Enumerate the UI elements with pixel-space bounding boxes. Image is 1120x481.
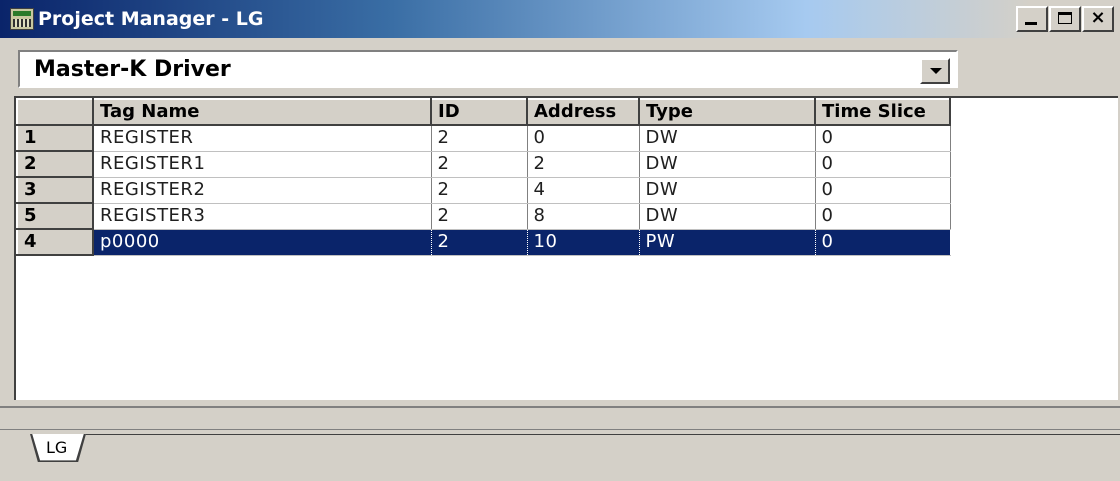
header-row: Tag Name ID Address Type Time Slice (16, 98, 951, 126)
cell-type[interactable]: DW (639, 177, 816, 204)
cell-tag-name[interactable]: p0000 (93, 229, 432, 256)
table-row[interactable]: 1 REGISTER 2 0 DW 0 (16, 124, 951, 152)
cell-type[interactable]: DW (639, 125, 816, 152)
chevron-down-icon (930, 68, 942, 74)
cell-time-slice[interactable]: 0 (815, 229, 951, 256)
tag-grid[interactable]: Tag Name ID Address Type Time Slice 1 RE… (14, 96, 1118, 400)
close-icon: × (1090, 7, 1106, 28)
cell-tag-name[interactable]: REGISTER1 (93, 151, 432, 178)
driver-select-dropdown-button[interactable] (920, 58, 950, 84)
table-row-selected[interactable]: 4 p0000 2 10 PW 0 (16, 228, 951, 256)
cell-type[interactable]: DW (639, 203, 816, 230)
cell-type[interactable]: DW (639, 151, 816, 178)
cell-id[interactable]: 2 (431, 203, 528, 230)
cell-time-slice[interactable]: 0 (815, 203, 951, 230)
close-button[interactable]: × (1082, 6, 1114, 32)
cell-tag-name[interactable]: REGISTER (93, 125, 432, 152)
corner-header[interactable] (16, 98, 94, 126)
cell-time-slice[interactable]: 0 (815, 177, 951, 204)
cell-address[interactable]: 4 (527, 177, 640, 204)
cell-id[interactable]: 2 (431, 125, 528, 152)
column-header-type[interactable]: Type (638, 98, 816, 126)
row-number[interactable]: 1 (16, 124, 94, 152)
project-manager-window: Project Manager - LG × Master-K Driver T… (0, 0, 1120, 481)
tag-table: Tag Name ID Address Type Time Slice 1 RE… (16, 98, 951, 256)
row-number[interactable]: 3 (16, 176, 94, 204)
tab-divider (40, 434, 1120, 435)
minimize-icon (1025, 22, 1037, 25)
window-controls: × (1015, 6, 1114, 32)
title-bar[interactable]: Project Manager - LG × (0, 0, 1120, 38)
cell-tag-name[interactable]: REGISTER3 (93, 203, 432, 230)
tab-strip: LG (0, 432, 1120, 481)
table-row[interactable]: 5 REGISTER3 2 8 DW 0 (16, 202, 951, 230)
minimize-button[interactable] (1016, 6, 1048, 32)
status-bar (0, 406, 1120, 430)
cell-address[interactable]: 8 (527, 203, 640, 230)
row-number[interactable]: 4 (16, 228, 94, 256)
table-row[interactable]: 2 REGISTER1 2 2 DW 0 (16, 150, 951, 178)
app-icon (10, 8, 34, 30)
cell-id[interactable]: 2 (431, 229, 528, 256)
cell-address[interactable]: 0 (527, 125, 640, 152)
driver-select[interactable]: Master-K Driver (18, 50, 958, 88)
cell-id[interactable]: 2 (431, 177, 528, 204)
cell-address[interactable]: 2 (527, 151, 640, 178)
table-row[interactable]: 3 REGISTER2 2 4 DW 0 (16, 176, 951, 204)
row-number[interactable]: 5 (16, 202, 94, 230)
maximize-button[interactable] (1049, 6, 1081, 32)
cell-address[interactable]: 10 (527, 229, 640, 256)
cell-tag-name[interactable]: REGISTER2 (93, 177, 432, 204)
cell-id[interactable]: 2 (431, 151, 528, 178)
row-number[interactable]: 2 (16, 150, 94, 178)
column-header-tag-name[interactable]: Tag Name (92, 98, 432, 126)
cell-time-slice[interactable]: 0 (815, 125, 951, 152)
window-title: Project Manager - LG (38, 8, 264, 30)
cell-time-slice[interactable]: 0 (815, 151, 951, 178)
tab-lg[interactable]: LG (46, 438, 67, 458)
column-header-id[interactable]: ID (430, 98, 528, 126)
cell-type[interactable]: PW (639, 229, 816, 256)
maximize-icon (1058, 12, 1072, 24)
column-header-address[interactable]: Address (526, 98, 640, 126)
driver-select-value: Master-K Driver (34, 57, 231, 82)
column-header-time-slice[interactable]: Time Slice (814, 98, 951, 126)
